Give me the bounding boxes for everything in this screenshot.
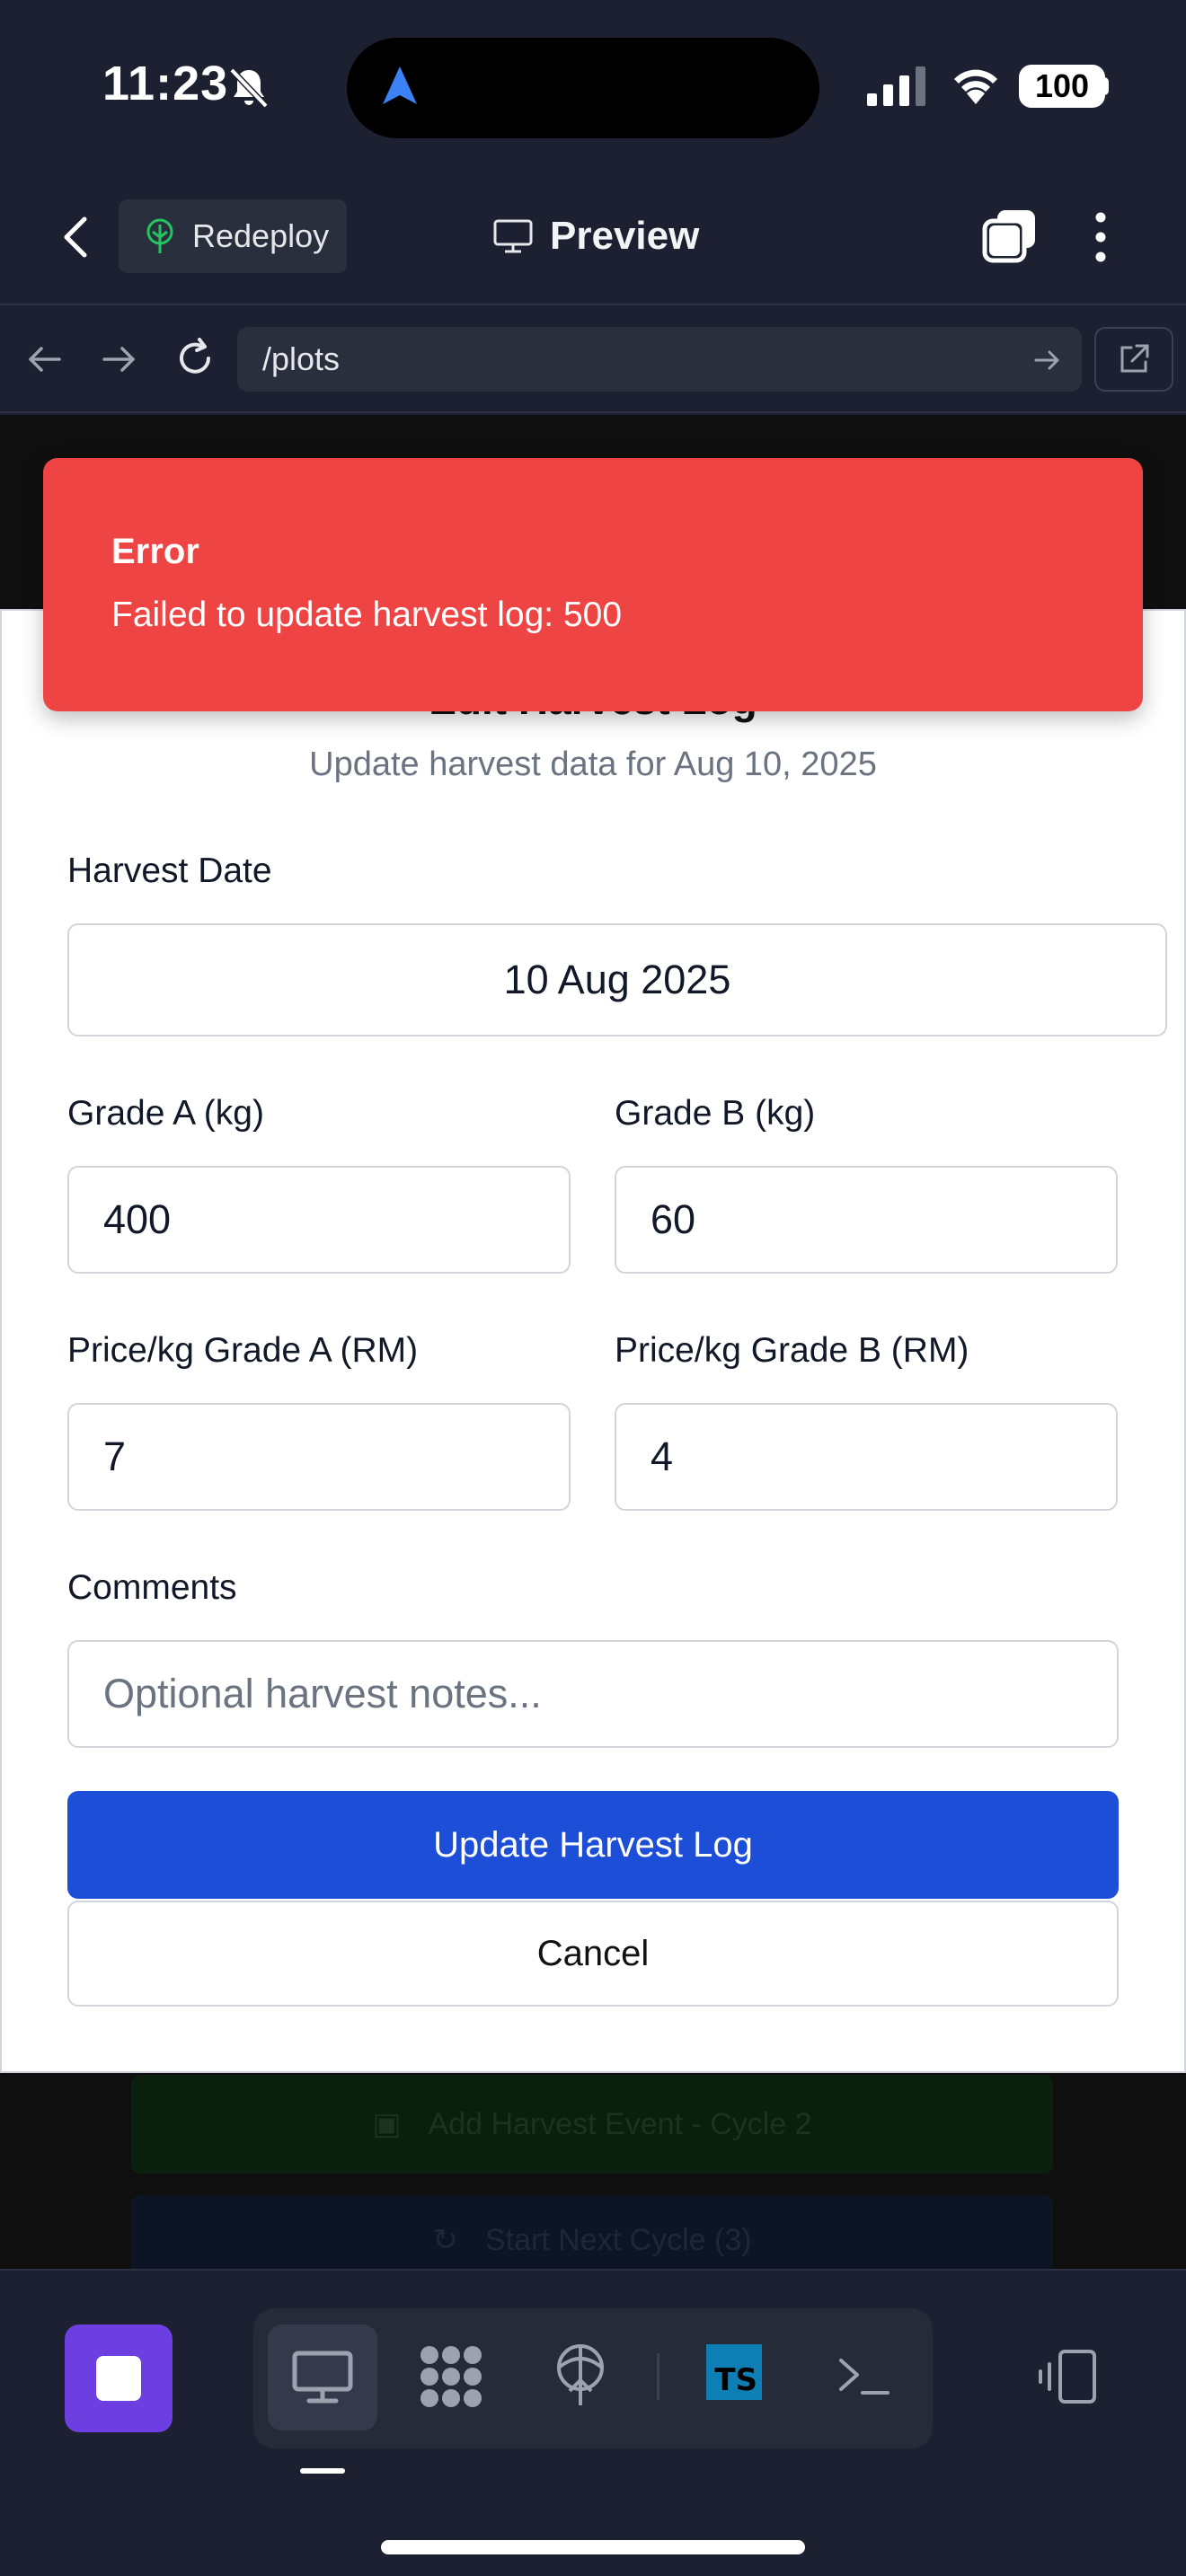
- url-go-arrow-icon[interactable]: [1031, 345, 1062, 375]
- dots-grid-icon[interactable]: [417, 2342, 485, 2411]
- monitor-icon: [493, 219, 533, 253]
- dock-desktop-button[interactable]: [268, 2325, 377, 2430]
- error-title: Error: [111, 532, 199, 571]
- arrow-right-icon[interactable]: [99, 340, 138, 379]
- update-harvest-log-button[interactable]: Update Harvest Log: [67, 1791, 1119, 1899]
- reload-icon[interactable]: [173, 336, 217, 381]
- more-vertical-icon[interactable]: [1087, 208, 1114, 266]
- add-harvest-event-label: Add Harvest Event - Cycle 2: [428, 2106, 812, 2141]
- external-link-icon: [1120, 344, 1149, 373]
- desktop-icon: [292, 2351, 353, 2404]
- cellular-signal-icon: [867, 66, 925, 106]
- back-chevron-icon[interactable]: [56, 212, 95, 262]
- home-indicator[interactable]: [381, 2540, 805, 2554]
- price-grade-b-label: Price/kg Grade B (RM): [615, 1331, 969, 1370]
- battery-indicator: 100: [1019, 65, 1105, 108]
- comments-input[interactable]: Optional harvest notes...: [67, 1640, 1119, 1748]
- dock-divider: [657, 2353, 659, 2400]
- price-grade-b-input[interactable]: 4: [615, 1403, 1118, 1511]
- preview-title: Preview: [492, 207, 699, 266]
- open-external-button[interactable]: [1094, 327, 1173, 392]
- modal-subtitle: Update harvest data for Aug 10, 2025: [309, 745, 877, 783]
- grade-b-label: Grade B (kg): [615, 1094, 816, 1133]
- tabs-icon[interactable]: [981, 207, 1039, 264]
- dock-active-indicator: [300, 2468, 345, 2474]
- bell-off-icon: [229, 67, 269, 109]
- url-input[interactable]: /plots: [237, 327, 1082, 392]
- split-view-icon[interactable]: [1033, 2342, 1102, 2411]
- harvest-date-input[interactable]: 10 Aug 2025: [67, 923, 1167, 1037]
- grade-b-input[interactable]: 60: [615, 1166, 1118, 1274]
- terminal-icon[interactable]: [828, 2342, 897, 2411]
- arrow-left-icon[interactable]: [25, 340, 65, 379]
- typescript-icon[interactable]: TS: [706, 2344, 762, 2400]
- refresh-icon: ↻: [432, 2223, 458, 2257]
- wifi-icon: [954, 69, 997, 104]
- start-next-cycle-label: Start Next Cycle (3): [484, 2222, 752, 2257]
- redeploy-label: Redeploy: [192, 217, 330, 254]
- comments-label: Comments: [67, 1568, 237, 1607]
- price-grade-a-label: Price/kg Grade A (RM): [67, 1331, 419, 1370]
- clock: 11:23: [102, 57, 229, 110]
- location-arrow-icon: [383, 66, 417, 104]
- error-message: Failed to update harvest log: 500: [111, 595, 623, 634]
- deploy-icon[interactable]: [546, 2341, 615, 2409]
- cancel-button[interactable]: Cancel: [67, 1901, 1119, 2007]
- deploy-tree-icon: [146, 218, 173, 253]
- grade-a-input[interactable]: 400: [67, 1166, 571, 1274]
- harvest-date-label: Harvest Date: [67, 851, 272, 890]
- add-harvest-event-button: ▣ Add Harvest Event - Cycle 2: [131, 2075, 1053, 2174]
- redeploy-button[interactable]: Redeploy: [119, 199, 347, 273]
- grade-a-label: Grade A (kg): [67, 1094, 264, 1133]
- package-icon: ▣: [372, 2107, 402, 2141]
- battery-tip: [1102, 77, 1109, 95]
- error-toast[interactable]: Error Failed to update harvest log: 500: [43, 458, 1143, 711]
- stop-icon: [96, 2356, 141, 2401]
- stop-button[interactable]: [65, 2325, 173, 2432]
- preview-title-text: Preview: [550, 214, 700, 258]
- price-grade-a-input[interactable]: 7: [67, 1403, 571, 1511]
